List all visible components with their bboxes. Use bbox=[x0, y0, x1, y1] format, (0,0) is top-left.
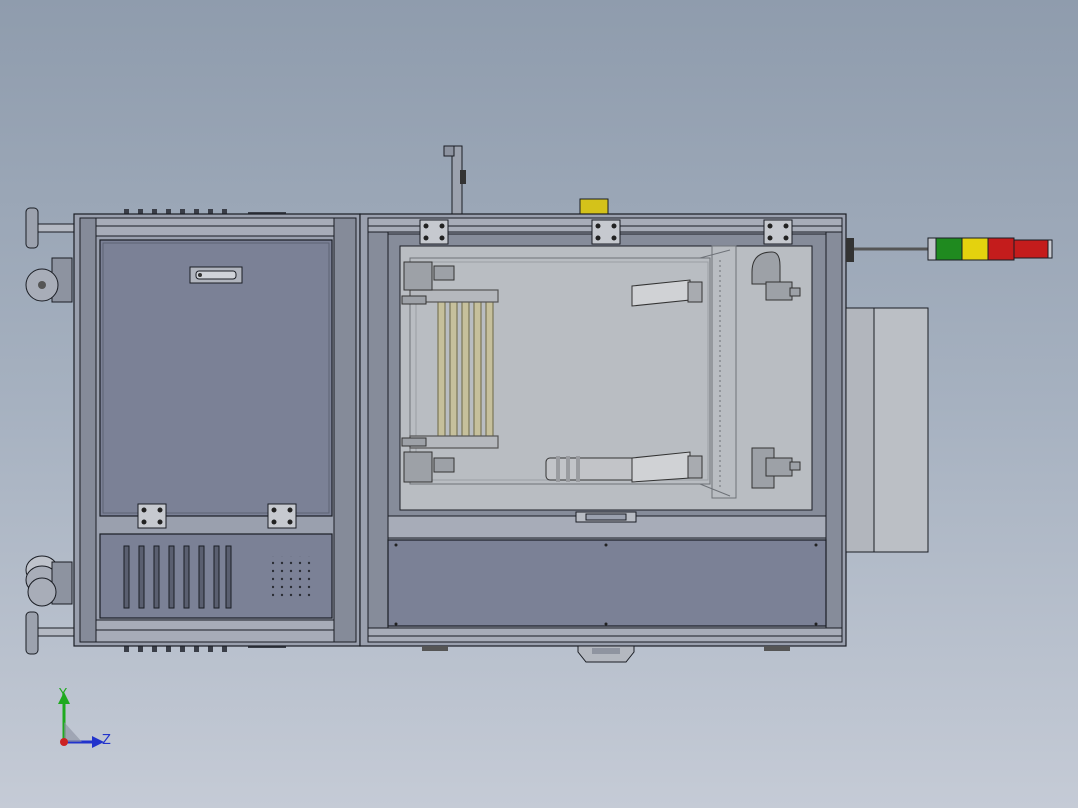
foot-pad-2 bbox=[764, 646, 790, 651]
caster-wheel-bottom bbox=[25, 555, 73, 607]
coordinate-triad: Y Z bbox=[58, 687, 111, 748]
hinge-left-2 bbox=[267, 503, 297, 529]
hinge-top-1 bbox=[419, 219, 449, 245]
chamber-panel-lower bbox=[387, 539, 827, 627]
top-indicator bbox=[579, 198, 609, 216]
speaker-holes bbox=[272, 556, 314, 598]
machine-drawing: Y Z bbox=[25, 145, 1053, 748]
stack-light-red bbox=[987, 237, 1015, 261]
hinge-left-1 bbox=[137, 503, 167, 529]
hinge-top-2 bbox=[591, 219, 621, 245]
bottom-handle[interactable] bbox=[577, 645, 635, 663]
caster-wheel-top bbox=[25, 257, 73, 303]
left-foot-top bbox=[25, 207, 75, 249]
cad-viewport[interactable]: Y Z bbox=[0, 0, 1078, 808]
left-foot-bottom bbox=[25, 611, 75, 655]
window-latch[interactable] bbox=[575, 511, 637, 523]
z-axis-label: Z bbox=[102, 733, 111, 748]
top-post bbox=[443, 145, 466, 217]
stack-light-yellow bbox=[961, 237, 989, 261]
door-handle[interactable] bbox=[189, 266, 243, 284]
hinge-top-3 bbox=[763, 219, 793, 245]
stack-light-green bbox=[935, 237, 963, 261]
side-box bbox=[845, 307, 929, 553]
foot-pad-1 bbox=[422, 646, 448, 651]
stack-light bbox=[846, 237, 1053, 262]
y-axis-label: Y bbox=[58, 687, 67, 702]
